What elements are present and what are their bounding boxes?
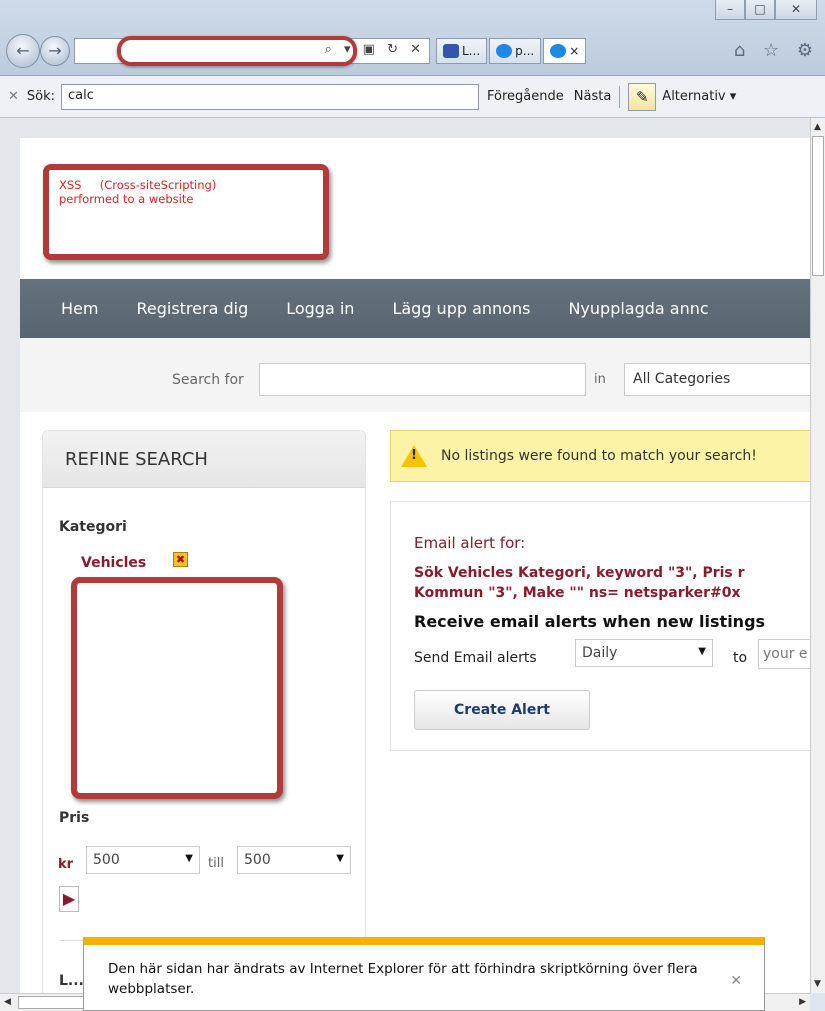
chevron-down-icon: ▼ <box>185 853 193 864</box>
warning-icon: ! <box>401 445 427 467</box>
forward-button[interactable]: → <box>40 36 70 66</box>
find-close-icon[interactable]: ✕ <box>8 89 19 104</box>
sidebar-next-heading: L... <box>59 973 84 989</box>
nav-lagg-upp-annons[interactable]: Lägg upp annons <box>392 299 530 318</box>
main-nav: Hem Registrera dig Logga in Lägg upp ann… <box>20 279 810 338</box>
send-alerts-label: Send Email alerts <box>414 650 537 666</box>
address-redaction <box>117 36 357 66</box>
back-arrow-icon: ← <box>16 41 30 60</box>
category-select[interactable]: All Categories <box>624 363 810 396</box>
vehicles-filter-link[interactable]: Vehicles <box>81 555 146 571</box>
home-favorites-tools-icons[interactable]: ⌂ ☆ ⚙ <box>734 40 819 61</box>
chevron-down-icon: ▼ <box>336 853 344 864</box>
tab-1[interactable]: L... <box>436 38 488 64</box>
email-field[interactable]: your e <box>758 639 810 669</box>
find-label: Sök: <box>26 89 56 104</box>
to-label: to <box>733 650 748 666</box>
find-bar: ✕ Sök: calc Föregående Nästa ✎ Alternati… <box>0 76 825 118</box>
notification-bar: Den här sidan har ändrats av Internet Ex… <box>83 937 765 1011</box>
frequency-select[interactable]: Daily ▼ <box>575 639 713 667</box>
tab-close-icon[interactable]: × <box>569 44 579 58</box>
tab-label: L... <box>462 44 481 58</box>
frequency-value: Daily <box>582 645 618 661</box>
browser-toolbar: – □ ✕ ← → ⌕ ▾ ▣ ↻ ✕ L... p... × ⌂ ☆ ⚙ <box>0 0 825 76</box>
scroll-thumb[interactable] <box>812 136 824 276</box>
tab-2[interactable]: p... <box>489 38 542 64</box>
nav-hem[interactable]: Hem <box>61 299 98 318</box>
remove-filter-icon[interactable]: ✖ <box>173 552 188 567</box>
alert-description-line: Kommun "3", Make "" ns= netsparker#0x <box>414 585 741 601</box>
refine-sidebar: REFINE SEARCH Kategori Vehicles ✖ Pris k… <box>42 430 366 993</box>
highlight-pencil-icon[interactable]: ✎ <box>628 82 657 111</box>
refine-search-title: REFINE SEARCH <box>43 431 365 488</box>
chevron-down-icon: ▼ <box>698 646 706 657</box>
nav-nyupplagda[interactable]: Nyupplagda annc <box>568 299 708 318</box>
scroll-down-icon[interactable]: ▼ <box>814 979 821 989</box>
minimize-button[interactable]: – <box>715 0 745 20</box>
window-controls: – □ ✕ <box>715 0 817 22</box>
find-next-button[interactable]: Nästa <box>574 89 612 104</box>
alert-description-line: Sök Vehicles Kategori, keyword "3", Pris… <box>414 565 745 581</box>
page-viewport: XSS (Cross-siteScripting) performed to a… <box>0 118 810 993</box>
find-options-button[interactable]: Alternativ ▾ <box>662 89 736 104</box>
create-alert-button[interactable]: Create Alert <box>414 690 590 730</box>
xss-popup-text: XSS (Cross-siteScripting) performed to a… <box>59 178 217 206</box>
price-to-select[interactable]: 500 ▼ <box>237 846 351 874</box>
back-button[interactable]: ← <box>6 34 40 68</box>
scroll-up-icon[interactable]: ▲ <box>814 122 821 132</box>
tab-strip: L... p... × <box>436 38 588 64</box>
search-row: Search for in All Categories <box>20 338 810 412</box>
find-separator <box>619 85 621 108</box>
ie-logo-icon <box>550 44 567 58</box>
sidebar-redaction <box>71 577 283 799</box>
site-favicon-icon <box>443 44 459 58</box>
kategori-label: Kategori <box>59 519 127 535</box>
scroll-right-icon[interactable]: ▶ <box>799 997 806 1007</box>
address-bar[interactable]: ⌕ ▾ ▣ ↻ ✕ <box>74 36 430 66</box>
address-bar-icons[interactable]: ⌕ ▾ ▣ ↻ ✕ <box>325 42 425 57</box>
pris-label: Pris <box>59 810 90 826</box>
currency-label: kr <box>58 857 74 872</box>
forward-arrow-icon: → <box>48 41 62 60</box>
web-page: XSS (Cross-siteScripting) performed to a… <box>20 138 810 993</box>
close-window-button[interactable]: ✕ <box>775 0 817 20</box>
find-previous-button[interactable]: Föregående <box>487 89 564 104</box>
xss-popup: XSS (Cross-siteScripting) performed to a… <box>43 164 329 260</box>
no-listings-text: No listings were found to match your sea… <box>441 448 757 464</box>
price-from-value: 500 <box>93 852 120 868</box>
maximize-button[interactable]: □ <box>745 0 775 20</box>
alert-title: Email alert for: <box>414 534 526 552</box>
nav-logga-in[interactable]: Logga in <box>286 299 354 318</box>
notification-text: Den här sidan har ändrats av Internet Ex… <box>108 961 698 997</box>
ie-logo-icon <box>496 44 513 58</box>
scroll-left-icon[interactable]: ◀ <box>4 997 11 1007</box>
price-to-value: 500 <box>244 852 271 868</box>
price-from-select[interactable]: 500 ▼ <box>86 846 200 874</box>
find-input[interactable]: calc <box>61 83 480 110</box>
no-listings-warning: ! No listings were found to match your s… <box>390 430 810 482</box>
play-arrow-icon: ▶ <box>62 889 76 908</box>
close-icon[interactable]: ✕ <box>730 973 742 989</box>
tab-label: p... <box>515 44 535 58</box>
tab-3-active[interactable]: × <box>543 38 587 64</box>
receive-alerts-heading: Receive email alerts when new listings <box>414 612 766 631</box>
nav-registrera[interactable]: Registrera dig <box>136 299 248 318</box>
price-submit-button[interactable]: ▶ <box>59 886 79 912</box>
email-alert-card: Email alert for: Sök Vehicles Kategori, … <box>390 501 810 751</box>
till-label: till <box>208 856 224 871</box>
in-label: in <box>594 372 606 387</box>
search-label: Search for <box>172 372 244 388</box>
vertical-scrollbar[interactable]: ▲ ▼ <box>810 118 825 993</box>
search-input[interactable] <box>259 363 586 396</box>
